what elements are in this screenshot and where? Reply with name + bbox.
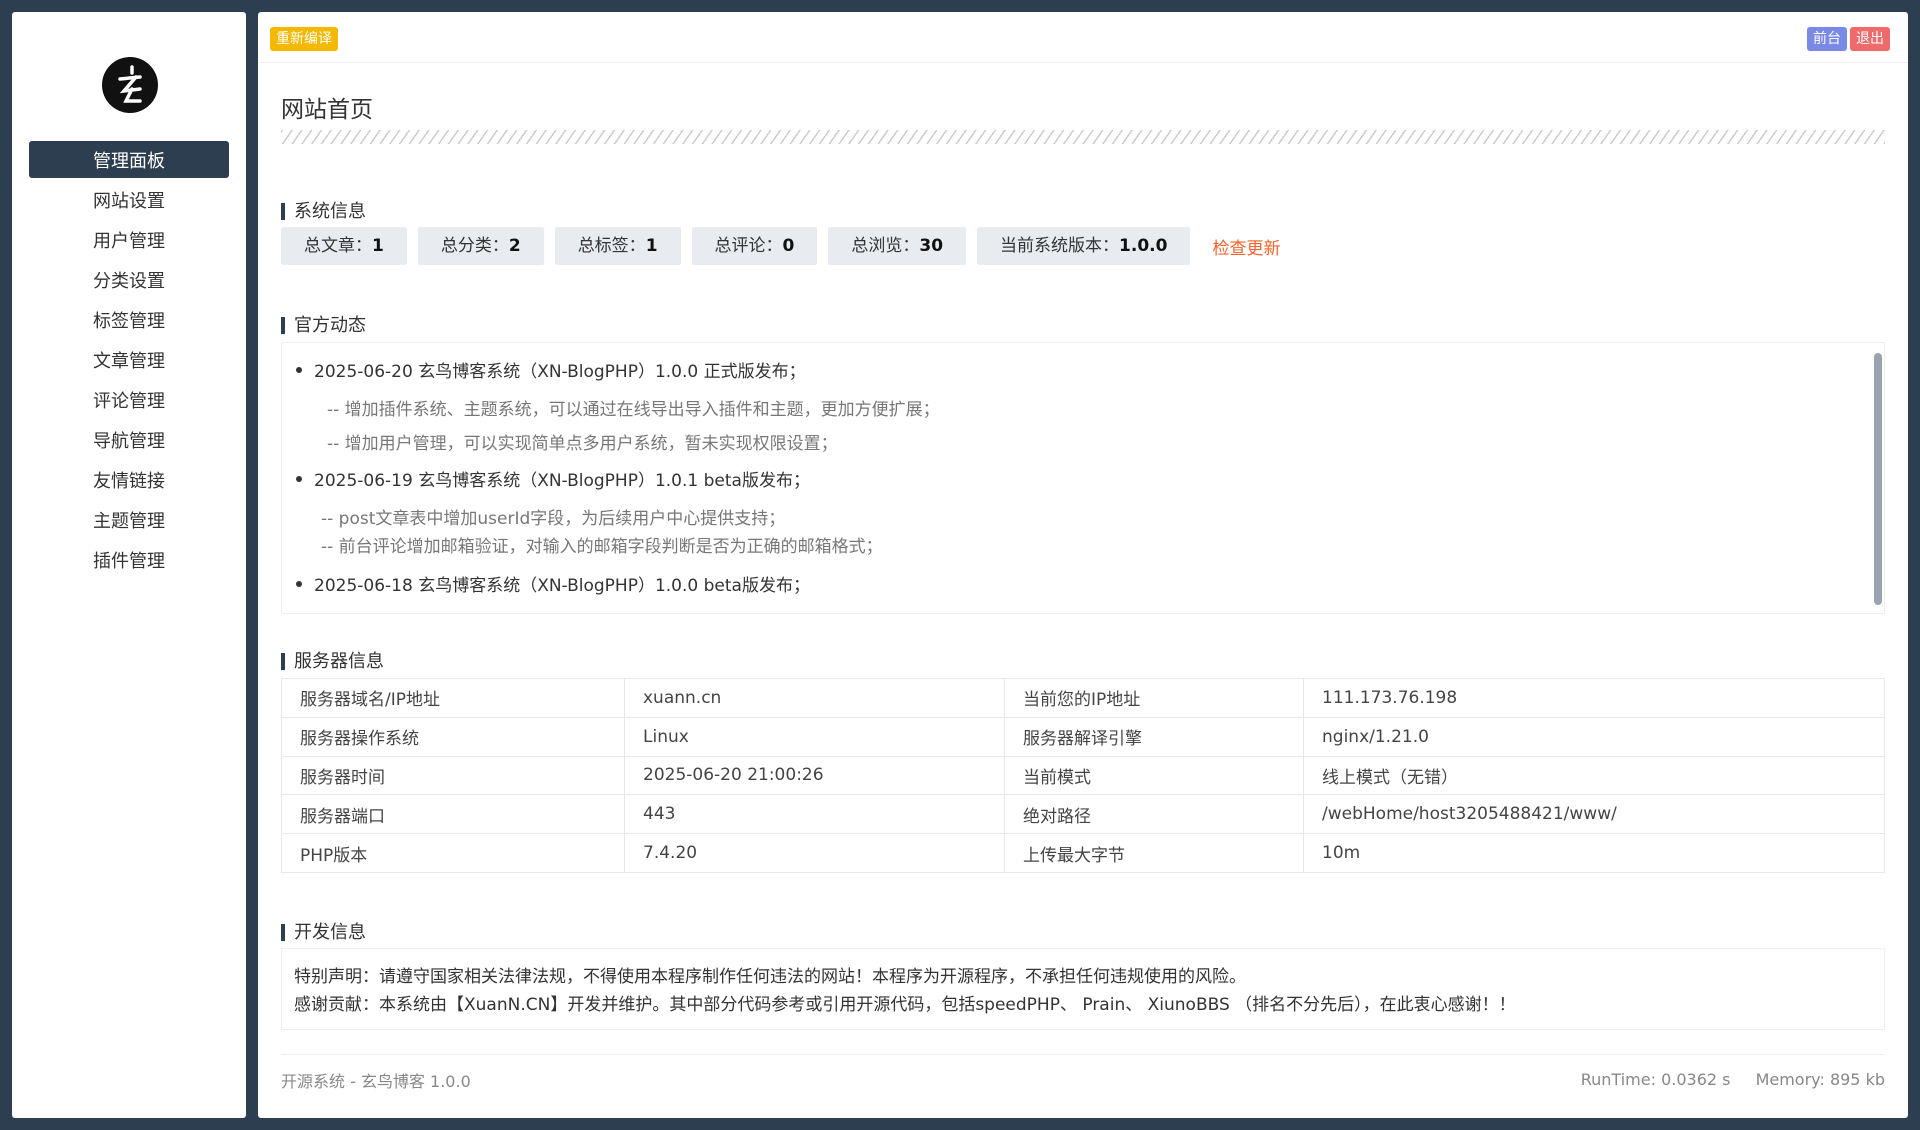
logout-button[interactable]: 退出 [1850, 27, 1890, 51]
stat-tags: 总标签：1 [554, 227, 681, 265]
table-cell: 2025-06-20 21:00:26 [624, 755, 1005, 796]
table-cell: 服务器时间 [281, 755, 625, 796]
sidebar-item-tags[interactable]: 标签管理 [29, 301, 229, 338]
table-cell: 服务器操作系统 [281, 716, 625, 757]
frontend-button[interactable]: 前台 [1807, 27, 1847, 51]
table-cell: 服务器解译引擎 [1004, 716, 1304, 757]
table-cell: 443 [624, 794, 1005, 835]
news-item: 2025-06-20 玄鸟博客系统（XN-BlogPHP）1.0.0 正式版发布… [296, 357, 806, 382]
news-detail: -- 前台评论增加邮箱验证，对输入的邮箱字段判断是否为正确的邮箱格式； [321, 537, 883, 557]
sidebar-item-users[interactable]: 用户管理 [29, 221, 229, 258]
check-update-link[interactable]: 检查更新 [1212, 234, 1280, 259]
news-item: 2025-06-18 玄鸟博客系统（XN-BlogPHP）1.0.0 beta版… [296, 571, 810, 596]
stats-bar: 总文章：1 总分类：2 总标签：1 总评论：0 总浏览：30 当前系统版本：1.… [281, 227, 1280, 265]
stat-categories: 总分类：2 [417, 227, 544, 265]
sidebar-item-comments[interactable]: 评论管理 [29, 381, 229, 418]
table-cell: 当前您的IP地址 [1004, 678, 1304, 718]
news-scrollbar[interactable] [1874, 353, 1882, 605]
server-info-title: 服务器信息 [281, 653, 384, 671]
memory-text: Memory: 895 kb [1755, 1070, 1885, 1089]
table-cell: 10m [1303, 833, 1885, 873]
stat-version: 当前系统版本：1.0.0 [977, 227, 1191, 265]
footer: 开源系统 - 玄鸟博客 1.0.0 RunTime: 0.0362 s Memo… [281, 1054, 1885, 1104]
table-cell: /webHome/host3205488421/www/ [1303, 794, 1885, 835]
table-cell: 服务器域名/IP地址 [281, 678, 625, 718]
table-cell: 当前模式 [1004, 755, 1304, 796]
table-cell: nginx/1.21.0 [1303, 716, 1885, 757]
system-info-title: 系统信息 [281, 203, 366, 221]
news-panel[interactable]: 2025-06-20 玄鸟博客系统（XN-BlogPHP）1.0.0 正式版发布… [281, 342, 1885, 614]
sidebar-item-site-settings[interactable]: 网站设置 [29, 181, 229, 218]
table-cell: 服务器端口 [281, 794, 625, 835]
main-panel: 重新编译 前台 退出 网站首页 系统信息 总文章：1 总分类：2 总标签：1 总… [258, 12, 1908, 1118]
table-cell: 线上模式（无错） [1303, 755, 1885, 796]
stat-comments: 总评论：0 [691, 227, 818, 265]
runtime-text: RunTime: 0.0362 s [1580, 1070, 1731, 1089]
stat-views: 总浏览：30 [828, 227, 967, 265]
table-row: 服务器时间 2025-06-20 21:00:26 当前模式 线上模式（无错） [281, 755, 1885, 796]
server-info-table: 服务器域名/IP地址 xuann.cn 当前您的IP地址 111.173.76.… [281, 678, 1885, 873]
sidebar-nav: 管理面板 网站设置 用户管理 分类设置 标签管理 文章管理 评论管理 导航管理 … [29, 141, 229, 581]
news-detail: -- 增加用户管理，可以实现简单点多用户系统，暂未实现权限设置； [327, 434, 838, 454]
table-cell: Linux [624, 716, 1005, 757]
table-cell: xuann.cn [624, 678, 1005, 718]
sidebar-item-friend-links[interactable]: 友情链接 [29, 461, 229, 498]
table-row: 服务器端口 443 绝对路径 /webHome/host3205488421/w… [281, 794, 1885, 835]
credits-text: 感谢贡献：本系统由【XuanN.CN】开发并维护。其中部分代码参考或引用开源代码… [294, 995, 1516, 1015]
footer-system-name: 开源系统 - 玄鸟博客 1.0.0 [281, 1071, 471, 1091]
dev-info-box: 特别声明：请遵守国家相关法律法规，不得使用本程序制作任何违法的网站！本程序为开源… [281, 948, 1885, 1030]
table-cell: 111.173.76.198 [1303, 678, 1885, 718]
news-detail: -- 增加插件系统、主题系统，可以通过在线导出导入插件和主题，更加方便扩展； [327, 400, 940, 420]
sidebar-item-dashboard[interactable]: 管理面板 [29, 141, 229, 178]
news-detail: -- post文章表中增加userId字段，为后续用户中心提供支持； [321, 509, 786, 529]
page-title: 网站首页 [281, 97, 373, 123]
sidebar-item-categories[interactable]: 分类设置 [29, 261, 229, 298]
title-divider [281, 130, 1885, 144]
table-cell: PHP版本 [281, 833, 625, 873]
sidebar-item-articles[interactable]: 文章管理 [29, 341, 229, 378]
sidebar-item-plugins[interactable]: 插件管理 [29, 541, 229, 578]
sidebar: 管理面板 网站设置 用户管理 分类设置 标签管理 文章管理 评论管理 导航管理 … [12, 12, 246, 1118]
table-cell: 绝对路径 [1004, 794, 1304, 835]
disclaimer-text: 特别声明：请遵守国家相关法律法规，不得使用本程序制作任何违法的网站！本程序为开源… [294, 967, 1246, 987]
table-row: 服务器域名/IP地址 xuann.cn 当前您的IP地址 111.173.76.… [281, 678, 1885, 718]
table-row: PHP版本 7.4.20 上传最大字节 10m [281, 833, 1885, 873]
table-cell: 7.4.20 [624, 833, 1005, 873]
sidebar-item-navigation[interactable]: 导航管理 [29, 421, 229, 458]
brand-logo-icon[interactable] [102, 57, 158, 113]
stat-articles: 总文章：1 [281, 227, 407, 265]
dev-info-title: 开发信息 [281, 924, 366, 942]
footer-metrics: RunTime: 0.0362 s Memory: 895 kb [1561, 1070, 1885, 1089]
table-cell: 上传最大字节 [1004, 833, 1304, 873]
topbar: 重新编译 前台 退出 [258, 12, 1908, 63]
table-row: 服务器操作系统 Linux 服务器解译引擎 nginx/1.21.0 [281, 716, 1885, 757]
recompile-button[interactable]: 重新编译 [270, 27, 338, 51]
news-title: 官方动态 [281, 317, 366, 335]
sidebar-item-themes[interactable]: 主题管理 [29, 501, 229, 538]
news-item: 2025-06-19 玄鸟博客系统（XN-BlogPHP）1.0.1 beta版… [296, 466, 810, 491]
